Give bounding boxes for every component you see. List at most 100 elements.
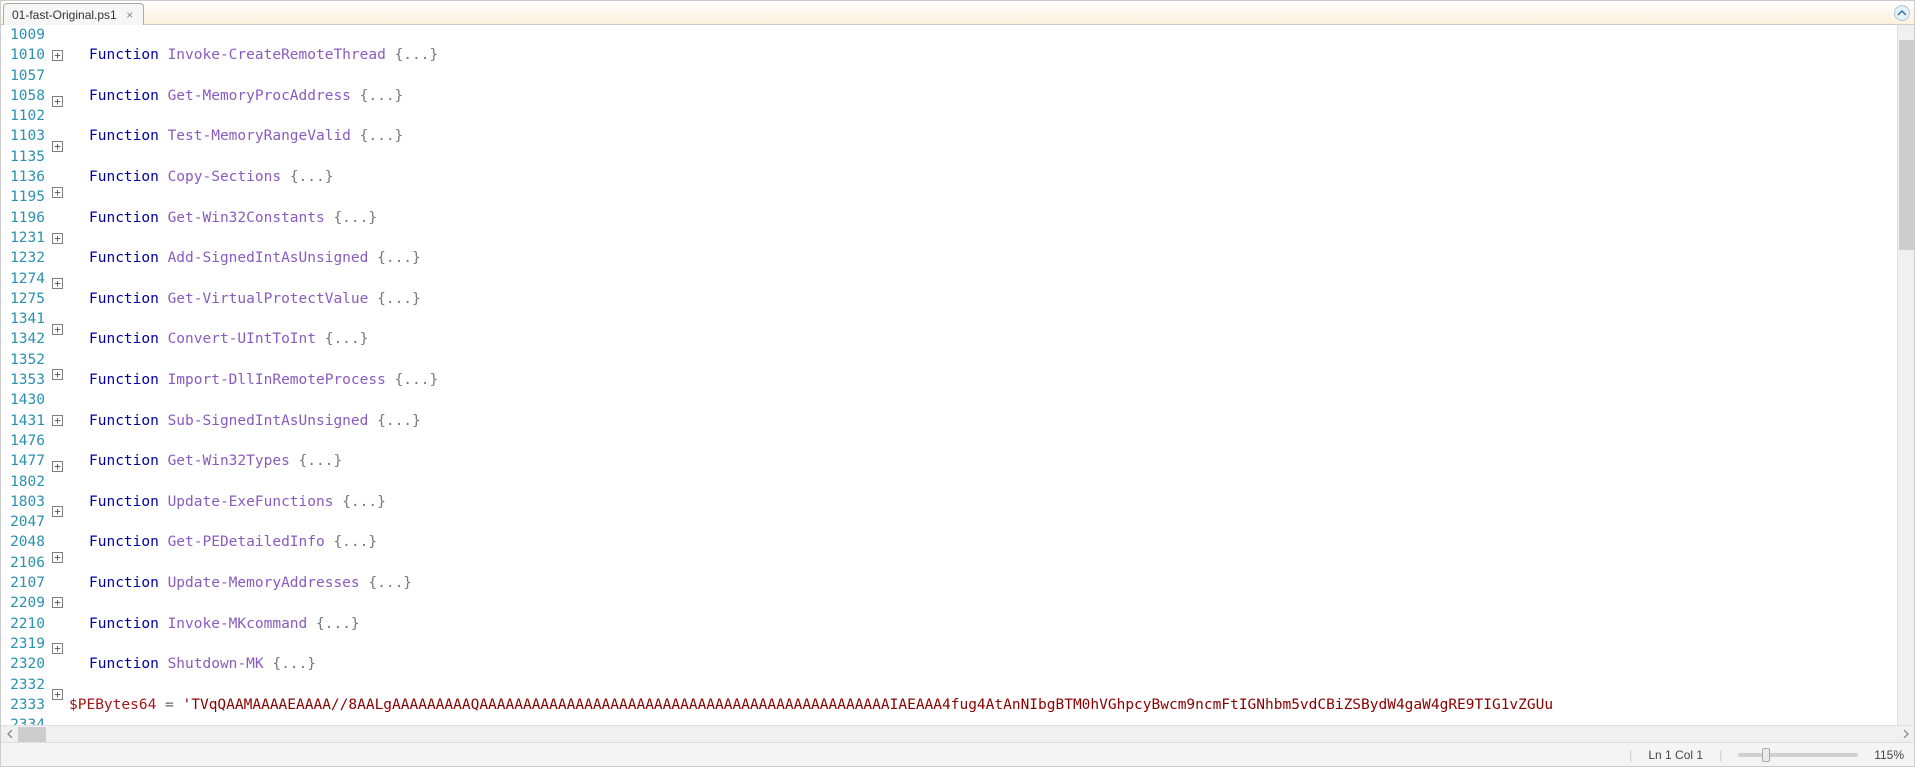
line-number: 1274 [1,269,45,289]
code-line[interactable]: Function Shutdown-MK {...} [89,654,1897,674]
code-line[interactable] [89,431,1897,451]
line-number: 1057 [1,66,45,86]
code-line[interactable]: $PEBytes64 = 'TVqQAAMAAAAEAAAA//8AALgAAA… [69,695,1897,715]
code-line[interactable]: Function Sub-SignedIntAsUnsigned {...} [89,411,1897,431]
fold-cell: + [49,187,69,207]
fold-cell [49,162,69,182]
fold-cell [49,390,69,410]
fold-expand-icon[interactable]: + [52,643,63,654]
fold-cell [49,253,69,273]
fold-expand-icon[interactable]: + [52,415,63,426]
code-line[interactable]: Function Update-MemoryAddresses {...} [89,573,1897,593]
line-number: 1476 [1,431,45,451]
fold-cell [49,527,69,547]
code-line[interactable] [89,390,1897,410]
code-line[interactable]: Function Add-SignedIntAsUnsigned {...} [89,248,1897,268]
zoom-slider-thumb[interactable] [1762,748,1770,762]
line-number: 1058 [1,86,45,106]
editor-area[interactable]: 1009101010571058110211031135113611951196… [1,25,1914,725]
fold-cell: + [49,141,69,161]
code-line[interactable]: Function Get-VirtualProtectValue {...} [89,289,1897,309]
cursor-position: Ln 1 Col 1 [1648,748,1703,762]
fold-cell [49,116,69,136]
tab-file[interactable]: 01-fast-Original.ps1 × [3,3,144,25]
fold-cell: + [49,324,69,344]
fold-expand-icon[interactable]: + [52,597,63,608]
fold-cell: + [49,461,69,481]
fold-expand-icon[interactable]: + [52,233,63,244]
code-line[interactable] [89,106,1897,126]
code-line[interactable] [89,593,1897,613]
code-line[interactable] [89,309,1897,329]
scroll-right-icon[interactable] [1897,726,1914,743]
code-line[interactable]: Function Copy-Sections {...} [89,167,1897,187]
fold-expand-icon[interactable]: + [52,141,63,152]
code-line[interactable] [89,228,1897,248]
fold-expand-icon[interactable]: + [52,689,63,700]
fold-expand-icon[interactable]: + [52,552,63,563]
fold-expand-icon[interactable]: + [52,369,63,380]
code-line[interactable] [89,66,1897,86]
code-line[interactable]: Function Update-ExeFunctions {...} [89,492,1897,512]
line-number: 1232 [1,248,45,268]
line-number: 2334 [1,715,45,725]
vertical-scrollbar[interactable] [1897,25,1914,725]
fold-cell [49,709,69,725]
fold-cell: + [49,278,69,298]
fold-cell [49,618,69,638]
code-line[interactable] [89,715,1897,725]
line-number: 1136 [1,167,45,187]
fold-expand-icon[interactable]: + [52,50,63,61]
fold-cell: + [49,506,69,526]
line-number: 2047 [1,512,45,532]
fold-expand-icon[interactable]: + [52,96,63,107]
fold-expand-icon[interactable]: + [52,506,63,517]
code-line[interactable]: Function Get-Win32Constants {...} [89,208,1897,228]
code-line[interactable]: Function Convert-UIntToInt {...} [89,329,1897,349]
code-line[interactable] [89,634,1897,654]
line-number: 1341 [1,309,45,329]
fold-cell: + [49,50,69,70]
horizontal-scrollbar[interactable] [1,725,1914,742]
fold-expand-icon[interactable]: + [52,187,63,198]
code-line[interactable] [89,472,1897,492]
vertical-scroll-thumb[interactable] [1899,40,1914,250]
line-number: 1102 [1,106,45,126]
line-number: 2320 [1,654,45,674]
fold-expand-icon[interactable]: + [52,278,63,289]
chevron-up-icon[interactable] [1894,5,1910,21]
code-line[interactable] [89,675,1897,695]
scroll-left-icon[interactable] [1,726,18,743]
app-window: 01-fast-Original.ps1 × 10091010105710581… [0,0,1915,767]
code-line[interactable]: Function Get-MemoryProcAddress {...} [89,86,1897,106]
tab-bar: 01-fast-Original.ps1 × [1,1,1914,25]
status-bar: | Ln 1 Col 1 | 115% [1,742,1914,766]
zoom-slider[interactable] [1738,753,1858,757]
code-line[interactable] [89,187,1897,207]
close-icon[interactable]: × [123,8,137,22]
line-number: 2106 [1,553,45,573]
code-line[interactable] [89,25,1897,45]
code-line[interactable] [89,512,1897,532]
code-line[interactable]: Function Invoke-CreateRemoteThread {...} [89,45,1897,65]
code-line[interactable]: Function Test-MemoryRangeValid {...} [89,126,1897,146]
fold-expand-icon[interactable]: + [52,324,63,335]
line-number: 1802 [1,472,45,492]
code-line[interactable]: Function Import-DllInRemoteProcess {...} [89,370,1897,390]
code-line[interactable]: Function Get-PEDetailedInfo {...} [89,532,1897,552]
code-line[interactable]: Function Get-Win32Types {...} [89,451,1897,471]
line-number: 1010 [1,45,45,65]
code-line[interactable]: Function Invoke-MKcommand {...} [89,614,1897,634]
code-line[interactable] [89,350,1897,370]
fold-cell [49,435,69,455]
horizontal-scroll-thumb[interactable] [18,727,46,742]
line-number: 1431 [1,411,45,431]
code-line[interactable] [89,147,1897,167]
code-line[interactable] [89,269,1897,289]
fold-cell [49,572,69,592]
code-content[interactable]: Function Invoke-CreateRemoteThread {...}… [69,25,1897,725]
horizontal-scroll-track[interactable] [18,726,1897,743]
fold-expand-icon[interactable]: + [52,461,63,472]
code-line[interactable] [89,553,1897,573]
line-number: 1430 [1,390,45,410]
